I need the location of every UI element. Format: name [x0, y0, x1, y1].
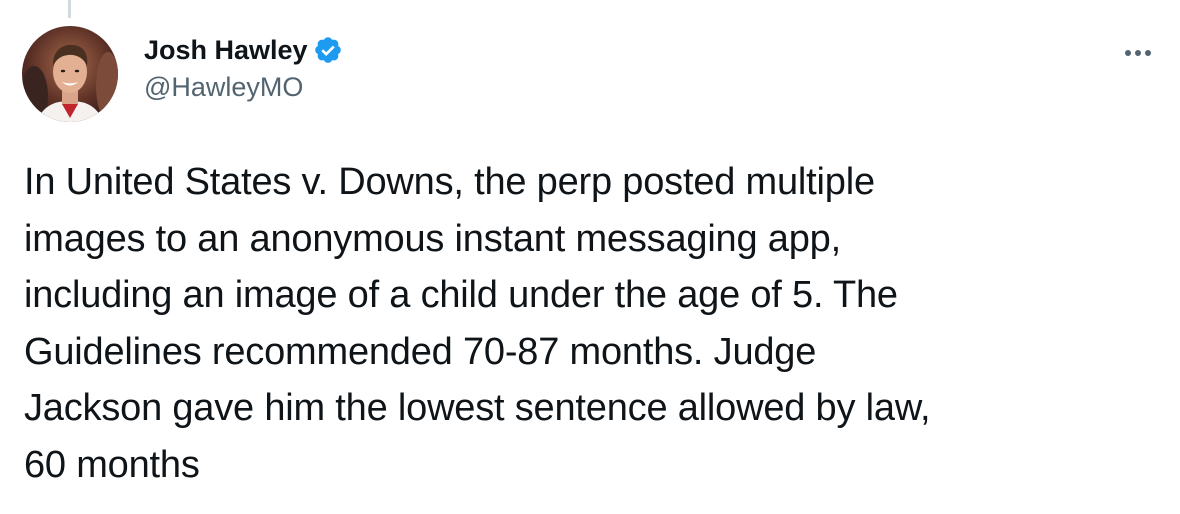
tweet-body-text: In United States v. Downs, the perp post…	[24, 161, 931, 486]
more-horizontal-icon	[1125, 50, 1151, 56]
name-row: Josh Hawley	[144, 32, 343, 68]
more-options-button[interactable]	[1118, 36, 1158, 70]
handle[interactable]: @HawleyMO	[144, 72, 343, 103]
user-info: Josh Hawley @HawleyMO	[144, 32, 343, 103]
thread-connector-line	[68, 0, 71, 18]
avatar-photo	[22, 26, 118, 122]
display-name[interactable]: Josh Hawley	[144, 35, 308, 66]
avatar[interactable]	[22, 26, 118, 122]
tweet-header: Josh Hawley @HawleyMO	[22, 26, 1158, 122]
verified-badge-icon	[313, 35, 343, 65]
